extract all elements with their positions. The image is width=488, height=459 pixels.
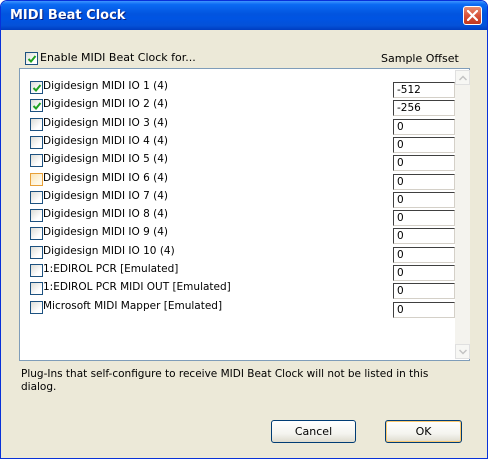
device-checkbox[interactable] [30,227,43,240]
list-scrollbar[interactable] [455,70,470,359]
sample-offset-field[interactable]: 0 [393,210,455,226]
device-checkbox[interactable] [30,191,43,204]
sample-offset-field[interactable]: 0 [393,192,455,208]
device-label[interactable]: Digidesign MIDI IO 10 (4) [43,245,175,257]
device-label[interactable]: Digidesign MIDI IO 4 (4) [43,135,168,147]
device-checkbox[interactable] [30,209,43,222]
sample-offset-field[interactable]: 0 [393,155,455,171]
device-label[interactable]: Digidesign MIDI IO 2 (4) [43,98,168,110]
device-checkbox[interactable] [30,136,43,149]
sample-offset-field[interactable]: 0 [393,174,455,190]
device-checkbox[interactable] [30,154,43,167]
sample-offset-field[interactable]: 0 [393,302,455,318]
device-label[interactable]: Microsoft MIDI Mapper [Emulated] [43,300,222,312]
sample-offset-field[interactable]: 0 [393,265,455,281]
hint-text: Plug-Ins that self-configure to receive … [21,368,429,393]
sample-offset-field[interactable]: 0 [393,228,455,244]
chevron-up-icon [459,75,467,81]
device-label[interactable]: Digidesign MIDI IO 3 (4) [43,117,168,129]
scroll-up-button[interactable] [455,70,470,85]
enable-label[interactable]: Enable MIDI Beat Clock for... [40,51,196,64]
title-bar[interactable]: MIDI Beat Clock [1,1,487,30]
scroll-down-button[interactable] [455,344,470,359]
window-title: MIDI Beat Clock [10,8,126,23]
checkmark-icon [32,102,42,110]
device-label[interactable]: 1:EDIROL PCR [Emulated] [43,263,178,275]
device-checkbox[interactable] [30,99,43,112]
device-label[interactable]: Digidesign MIDI IO 1 (4) [43,80,168,92]
device-checkbox[interactable] [30,173,43,186]
dialog-window: MIDI Beat Clock Enable MIDI Beat Clock f… [0,0,488,459]
device-label[interactable]: Digidesign MIDI IO 6 (4) [43,172,168,184]
checkmark-icon [27,55,37,63]
sample-offset-field[interactable]: 0 [393,283,455,299]
ok-button[interactable]: OK [385,420,462,443]
device-label[interactable]: Digidesign MIDI IO 8 (4) [43,208,168,220]
device-checkbox[interactable] [30,282,43,295]
device-label[interactable]: Digidesign MIDI IO 7 (4) [43,190,168,202]
sample-offset-header: Sample Offset [381,52,459,65]
enable-checkbox[interactable] [25,52,38,65]
device-checkbox[interactable] [30,81,43,94]
device-checkbox[interactable] [30,246,43,259]
device-checkbox[interactable] [30,301,43,314]
close-icon [467,10,478,21]
device-checkbox[interactable] [30,118,43,131]
chevron-down-icon [459,349,467,355]
checkmark-icon [32,84,42,92]
device-label[interactable]: Digidesign MIDI IO 9 (4) [43,226,168,238]
sample-offset-field[interactable]: -256 [393,100,455,116]
device-label[interactable]: Digidesign MIDI IO 5 (4) [43,153,168,165]
sample-offset-field[interactable]: -512 [393,82,455,98]
sample-offset-field[interactable]: 0 [393,119,455,135]
close-button[interactable] [463,6,482,25]
device-checkbox[interactable] [30,264,43,277]
sample-offset-field[interactable]: 0 [393,247,455,263]
cancel-button[interactable]: Cancel [271,420,356,443]
device-label[interactable]: 1:EDIROL PCR MIDI OUT [Emulated] [43,281,231,293]
sample-offset-field[interactable]: 0 [393,137,455,153]
